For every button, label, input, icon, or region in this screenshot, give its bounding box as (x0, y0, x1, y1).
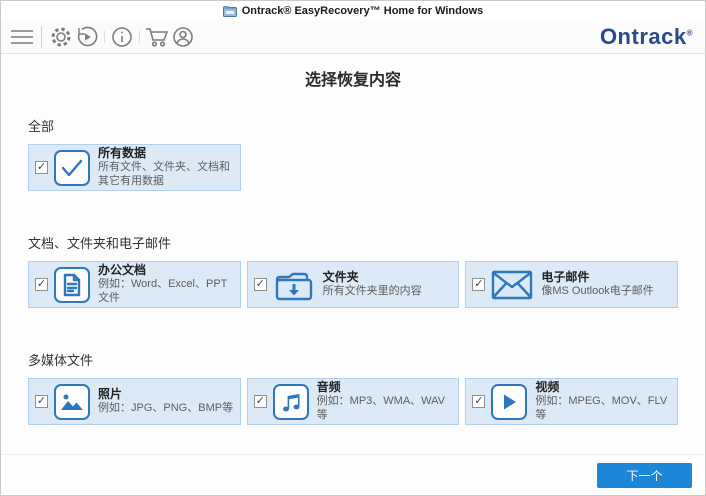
section-label: 全部 (28, 119, 55, 134)
card-title: 照片 (98, 387, 123, 402)
section-label: 多媒体文件 (28, 353, 94, 368)
page-title: 选择恢复内容 (304, 72, 401, 89)
titlebar: Ontrack® EasyRecovery™ Home for Windows (1, 1, 705, 20)
main-content: 选择恢复内容 全部 ✓ 所有数据 所有文件、文件夹、文档和其它有用数据 文档、文… (1, 66, 705, 425)
checkbox[interactable]: ✓ (253, 278, 267, 291)
app-icon (222, 5, 237, 17)
footer-bar: 下一个 (1, 454, 705, 495)
resume-recovery-icon[interactable] (74, 24, 100, 50)
card-title: 办公文档 (98, 263, 147, 278)
menu-icon[interactable] (9, 24, 35, 50)
video-icon (491, 383, 528, 420)
card-email[interactable]: ✓ 电子邮件 像MS Outlook电子邮件 (465, 261, 679, 308)
checkbox[interactable]: ✓ (35, 278, 48, 291)
card-desc: 例如：Word、Excel、PPT文件 (98, 278, 228, 304)
card-desc: 例如：JPG、PNG、BMP等 (98, 402, 234, 415)
card-desc: 所有文件、文件夹、文档和其它有用数据 (98, 161, 230, 187)
card-office-documents[interactable]: ✓ 办公文档 例如：Word、Excel、PPT文件 (28, 261, 241, 308)
card-all-data[interactable]: ✓ 所有数据 所有文件、文件夹、文档和其它有用数据 (28, 144, 241, 191)
shop-cart-icon[interactable] (144, 24, 170, 50)
card-title: 视频 (535, 380, 560, 395)
card-desc: 例如：MPEG、MOV、FLV等 (535, 395, 668, 421)
photo-icon (54, 383, 90, 420)
checkbox[interactable]: ✓ (35, 395, 48, 408)
section-multimedia: 多媒体文件 ✓ 照片 例如：JPG、PNG、BMP等 ✓ 音频 例如：MP3、W… (28, 350, 679, 425)
section-label: 文档、文件夹和电子邮件 (28, 236, 172, 251)
toolbar-separator (41, 25, 42, 48)
ontrack-logo: Ontrack® (599, 23, 693, 49)
card-title: 电子邮件 (541, 270, 590, 285)
toolbar-separator (139, 30, 140, 43)
checkbox[interactable]: ✓ (35, 161, 48, 174)
card-title: 文件夹 (322, 270, 359, 285)
audio-icon (272, 383, 309, 420)
office-document-icon (54, 266, 90, 303)
card-title: 音频 (316, 380, 341, 395)
folder-icon (273, 267, 315, 303)
card-audio[interactable]: ✓ 音频 例如：MP3、WMA、WAV等 (246, 378, 460, 425)
section-documents: 文档、文件夹和电子邮件 ✓ 办公文档 例如：Word、Excel、PPT文件 ✓… (28, 233, 679, 308)
card-title: 所有数据 (98, 146, 147, 161)
section-all: 全部 ✓ 所有数据 所有文件、文件夹、文档和其它有用数据 (28, 116, 678, 191)
toolbar-separator (104, 30, 105, 43)
card-desc: 例如：MP3、WMA、WAV等 (316, 395, 446, 421)
email-icon (491, 267, 533, 303)
checkbox[interactable]: ✓ (472, 395, 486, 408)
settings-gear-icon[interactable] (48, 24, 74, 50)
all-data-check-icon (54, 149, 90, 186)
toolbar: Ontrack® (1, 20, 705, 54)
card-video[interactable]: ✓ 视频 例如：MPEG、MOV、FLV等 (465, 378, 679, 425)
info-icon[interactable] (109, 24, 135, 50)
card-desc: 像MS Outlook电子邮件 (541, 285, 654, 298)
checkbox[interactable]: ✓ (472, 278, 486, 291)
next-button[interactable]: 下一个 (597, 463, 692, 488)
account-icon[interactable] (170, 24, 196, 50)
card-folders[interactable]: ✓ 文件夹 所有文件夹里的内容 (246, 261, 460, 308)
app-window: Ontrack® EasyRecovery™ Home for Windows (0, 0, 706, 496)
logo-registered-mark: ® (686, 28, 693, 38)
checkbox[interactable]: ✓ (253, 395, 267, 408)
window-title: Ontrack® EasyRecovery™ Home for Windows (241, 4, 484, 17)
card-desc: 所有文件夹里的内容 (322, 285, 422, 298)
card-photos[interactable]: ✓ 照片 例如：JPG、PNG、BMP等 (28, 378, 241, 425)
